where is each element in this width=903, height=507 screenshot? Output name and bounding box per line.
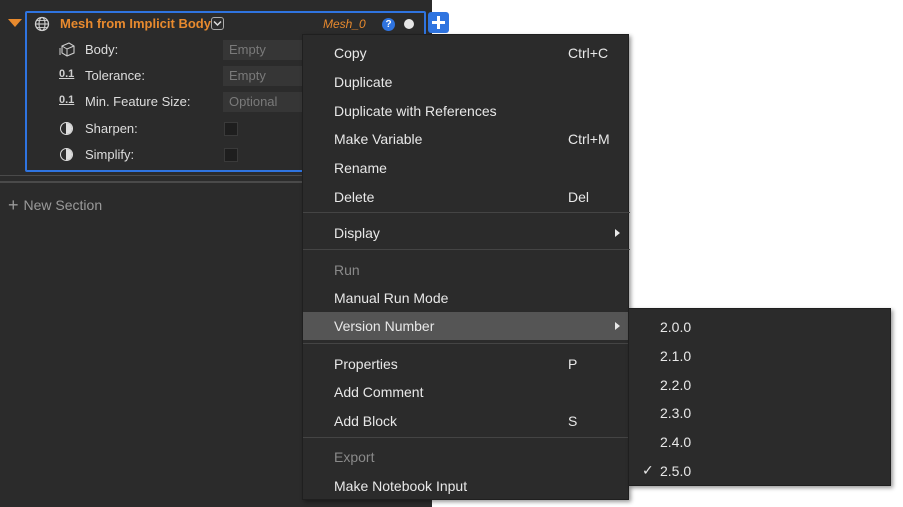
menu-item-duplicate[interactable]: Duplicate — [303, 68, 630, 96]
boolean-icon — [60, 122, 73, 135]
property-label: Simplify: — [85, 147, 135, 162]
version-item[interactable]: 2.4.0 — [629, 427, 892, 455]
property-label: Min. Feature Size: — [85, 94, 191, 109]
menu-separator — [303, 343, 630, 344]
menu-item-delete[interactable]: Delete Del — [303, 183, 630, 211]
version-item-selected[interactable]: ✓ 2.5.0 — [629, 456, 892, 484]
menu-item-rename[interactable]: Rename — [303, 154, 630, 182]
menu-item-version-number[interactable]: Version Number — [303, 312, 630, 340]
menu-item-export: Export — [303, 443, 630, 471]
version-label: 2.5.0 — [660, 463, 692, 479]
menu-item-label: Manual Run Mode — [334, 290, 449, 306]
help-icon[interactable]: ? — [382, 18, 395, 31]
menu-item-shortcut: Ctrl+C — [568, 45, 609, 61]
menu-item-label: Make Variable — [334, 131, 423, 147]
version-item[interactable]: 2.3.0 — [629, 398, 892, 426]
chevron-right-icon — [615, 322, 620, 330]
block-title: Mesh from Implicit Body — [60, 16, 211, 31]
status-dot-icon — [404, 19, 414, 29]
context-menu: Copy Ctrl+C Duplicate Duplicate with Ref… — [302, 34, 630, 500]
body-icon — [59, 42, 75, 57]
version-item[interactable]: 2.2.0 — [629, 370, 892, 398]
menu-item-label: Duplicate with References — [334, 103, 497, 119]
block-variable-name[interactable]: Mesh_0 — [323, 17, 366, 31]
sharpen-checkbox[interactable] — [224, 122, 238, 136]
menu-item-label: Export — [334, 449, 375, 465]
menu-item-shortcut: Ctrl+M — [568, 131, 610, 147]
menu-separator — [303, 249, 630, 250]
menu-item-label: Make Notebook Input — [334, 478, 468, 494]
menu-item-label: Version Number — [334, 318, 435, 334]
boolean-icon — [60, 148, 73, 161]
version-label: 2.0.0 — [660, 319, 692, 335]
property-label: Sharpen: — [85, 121, 138, 136]
block-header[interactable]: Mesh from Implicit Body Mesh_0 ? — [27, 13, 424, 35]
new-section-button[interactable]: + New Section — [8, 194, 102, 215]
menu-item-properties[interactable]: Properties P — [303, 350, 630, 378]
menu-item-duplicate-with-references[interactable]: Duplicate with References — [303, 97, 630, 125]
menu-item-label: Run — [334, 262, 360, 278]
menu-item-label: Add Comment — [334, 384, 424, 400]
version-label: 2.1.0 — [660, 348, 692, 364]
menu-item-shortcut: P — [568, 356, 578, 372]
add-block-button[interactable] — [428, 12, 449, 33]
version-item[interactable]: 2.1.0 — [629, 341, 892, 369]
block-dropdown-button[interactable] — [211, 17, 224, 30]
menu-item-display[interactable]: Display — [303, 219, 630, 247]
property-label: Tolerance: — [85, 68, 145, 83]
collapse-arrow-icon[interactable] — [8, 19, 22, 27]
menu-separator — [303, 437, 630, 438]
version-label: 2.3.0 — [660, 405, 692, 421]
simplify-checkbox[interactable] — [224, 148, 238, 162]
chevron-down-icon — [213, 20, 222, 27]
number-icon: 0.1 — [59, 94, 75, 106]
menu-item-label: Properties — [334, 356, 398, 372]
menu-item-make-variable[interactable]: Make Variable Ctrl+M — [303, 125, 630, 153]
globe-icon — [34, 16, 50, 32]
version-submenu: 2.0.0 2.1.0 2.2.0 2.3.0 2.4.0 ✓ 2.5.0 — [628, 308, 891, 486]
number-icon: 0.1 — [59, 68, 75, 80]
menu-item-run: Run — [303, 256, 630, 284]
menu-item-make-notebook-input[interactable]: Make Notebook Input — [303, 472, 630, 500]
menu-separator — [303, 212, 630, 213]
menu-item-manual-run-mode[interactable]: Manual Run Mode — [303, 284, 630, 312]
menu-item-label: Duplicate — [334, 74, 393, 90]
menu-item-add-block[interactable]: Add Block S — [303, 407, 630, 435]
version-label: 2.2.0 — [660, 377, 692, 393]
menu-item-label: Delete — [334, 189, 375, 205]
property-label: Body: — [85, 42, 119, 57]
plus-icon: + — [8, 195, 19, 215]
menu-item-label: Copy — [334, 45, 367, 61]
checkmark-icon: ✓ — [642, 462, 654, 478]
menu-item-shortcut: Del — [568, 189, 590, 205]
new-section-label: New Section — [23, 197, 103, 213]
version-item[interactable]: 2.0.0 — [629, 312, 892, 340]
menu-item-copy[interactable]: Copy Ctrl+C — [303, 39, 630, 67]
menu-item-label: Add Block — [334, 413, 398, 429]
version-label: 2.4.0 — [660, 434, 692, 450]
menu-item-add-comment[interactable]: Add Comment — [303, 378, 630, 406]
menu-item-label: Rename — [334, 160, 387, 176]
menu-item-label: Display — [334, 225, 380, 241]
chevron-right-icon — [615, 229, 620, 237]
menu-item-shortcut: S — [568, 413, 578, 429]
